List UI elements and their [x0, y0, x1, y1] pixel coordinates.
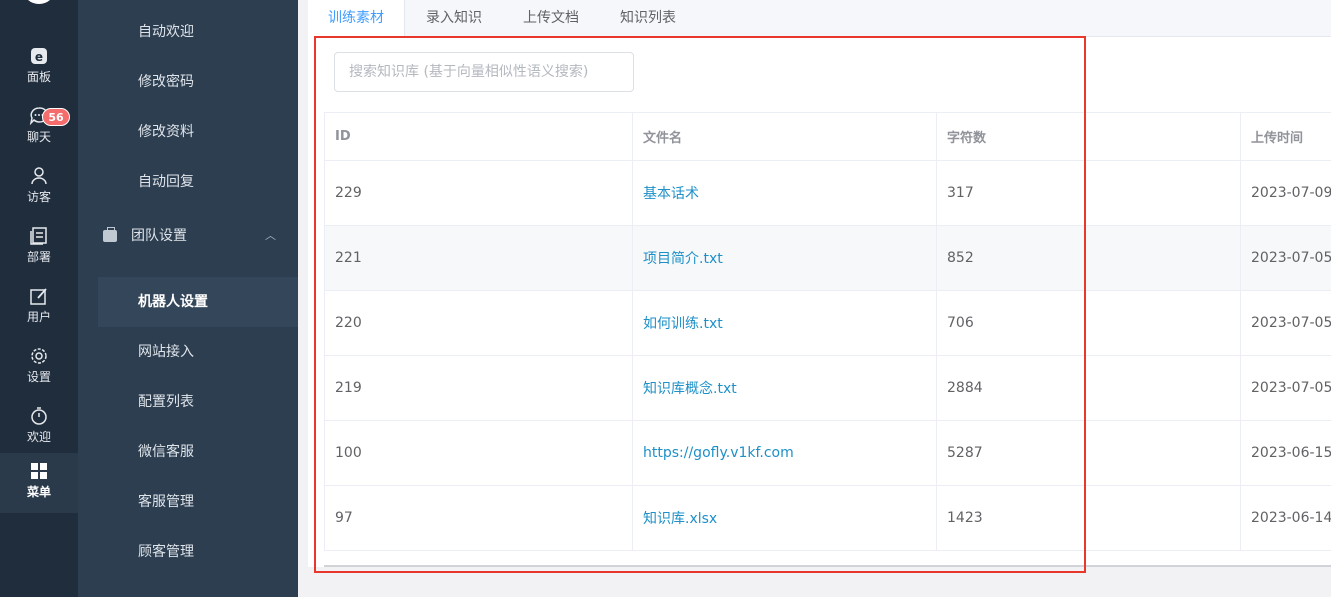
cell-char-count: 706 — [937, 291, 1241, 355]
cell-char-count: 1423 — [937, 486, 1241, 550]
file-link[interactable]: 如何训练.txt — [643, 313, 723, 333]
table-header-row: ID 文件名 字符数 上传时间 — [325, 113, 1331, 161]
rail-item-settings[interactable]: 设置 — [0, 338, 78, 398]
cell-id: 220 — [325, 291, 633, 355]
tab-training-material[interactable]: 训练素材 — [308, 0, 405, 38]
cell-upload-time: 2023-07-05 — [1251, 250, 1331, 266]
rail-label: 部署 — [26, 250, 51, 264]
table-row: 229 基本话术 317 2023-07-09 — [325, 161, 1331, 226]
cell-filename: 项目简介.txt — [633, 226, 937, 290]
cell-upload-time: 2023-07-05 — [1251, 315, 1331, 331]
icon-rail: e 面板 聊天 56 访客 部署 用户 设置 欢迎 菜单 — [0, 0, 78, 597]
submenu-item-site-integration[interactable]: 网站接入 — [98, 327, 298, 377]
cell-id: 221 — [325, 226, 633, 290]
cell-filename: https://gofly.v1kf.com — [633, 421, 937, 485]
submenu-group-team-settings[interactable]: 团队设置 ︿ — [78, 209, 298, 263]
rail-item-users[interactable]: 用户 — [0, 278, 78, 338]
submenu-item-agent-management[interactable]: 客服管理 — [98, 477, 298, 527]
rail-item-visitor[interactable]: 访客 — [0, 158, 78, 218]
visitor-icon — [29, 166, 49, 186]
cell-id: 229 — [325, 161, 633, 225]
submenu-item-auto-welcome[interactable]: 自动欢迎 — [98, 7, 298, 57]
header-upload-time[interactable]: 上传时间 — [1241, 113, 1331, 160]
submenu-item-change-password[interactable]: 修改密码 — [98, 57, 298, 107]
main-panel: 训练素材 录入知识 上传文档 知识列表 ID 文件名 字符数 上传时间 229 … — [308, 0, 1331, 567]
cell-upload-time: 2023-07-09 — [1251, 185, 1331, 201]
table-row: 100 https://gofly.v1kf.com 5287 2023-06-… — [325, 421, 1331, 486]
tab-upload-document[interactable]: 上传文档 — [503, 0, 599, 37]
submenu-group-label: 团队设置 — [131, 228, 187, 244]
cell-filename: 如何训练.txt — [633, 291, 937, 355]
submenu-item-customer-management[interactable]: 顾客管理 — [98, 527, 298, 577]
submenu-item-robot-settings[interactable]: 机器人设置 — [98, 277, 298, 327]
cell-id: 97 — [325, 486, 633, 550]
cell-char-count: 2884 — [937, 356, 1241, 420]
header-char-count[interactable]: 字符数 — [937, 113, 1241, 160]
timer-icon — [29, 406, 49, 426]
cell-char-count: 317 — [937, 161, 1241, 225]
submenu-item-wechat-service[interactable]: 微信客服 — [98, 427, 298, 477]
cell-filename: 基本话术 — [633, 161, 937, 225]
chevron-up-icon: ︿ — [265, 229, 276, 242]
rail-label: 面板 — [26, 70, 51, 84]
file-link[interactable]: 知识库.xlsx — [643, 508, 717, 528]
submenu-item-auto-reply[interactable]: 自动回复 — [98, 157, 298, 207]
file-link[interactable]: 项目简介.txt — [643, 248, 723, 268]
unread-badge: 56 — [42, 108, 70, 126]
rail-item-menu[interactable]: 菜单 — [0, 453, 78, 513]
cell-char-count: 5287 — [937, 421, 1241, 485]
submenu-item-edit-profile[interactable]: 修改资料 — [98, 107, 298, 157]
rail-label: 访客 — [26, 190, 51, 204]
horizontal-scrollbar[interactable] — [324, 565, 1331, 567]
cell-filename: 知识库概念.txt — [633, 356, 937, 420]
svg-text:e: e — [35, 50, 43, 64]
table-row: 219 知识库概念.txt 2884 2023-07-05 — [325, 356, 1331, 421]
cell-id: 100 — [325, 421, 633, 485]
rail-label: 聊天 — [26, 130, 51, 144]
cell-char-count: 852 — [937, 226, 1241, 290]
rail-label: 欢迎 — [26, 430, 51, 444]
knowledge-table: ID 文件名 字符数 上传时间 229 基本话术 317 2023-07-09 … — [324, 112, 1331, 551]
grid-icon — [29, 461, 49, 481]
tab-knowledge-list[interactable]: 知识列表 — [600, 0, 696, 37]
file-link[interactable]: 基本话术 — [643, 183, 699, 203]
logo — [24, 0, 54, 4]
rail-label: 设置 — [26, 370, 51, 384]
rail-item-dashboard[interactable]: e 面板 — [0, 38, 78, 98]
user-edit-icon — [29, 286, 49, 306]
dashboard-icon: e — [29, 46, 49, 66]
header-id[interactable]: ID — [325, 113, 633, 160]
file-link[interactable]: 知识库概念.txt — [643, 378, 737, 398]
tab-enter-knowledge[interactable]: 录入知识 — [406, 0, 502, 37]
rail-label: 用户 — [26, 310, 51, 324]
rail-item-welcome[interactable]: 欢迎 — [0, 398, 78, 458]
file-link[interactable]: https://gofly.v1kf.com — [643, 445, 794, 461]
briefcase-icon — [103, 227, 117, 242]
sub-menu: 自动欢迎 修改密码 修改资料 自动回复 团队设置 ︿ 机器人设置 网站接入 配置… — [78, 0, 298, 597]
cell-upload-time: 2023-06-14 — [1251, 510, 1331, 526]
cell-id: 219 — [325, 356, 633, 420]
rail-item-chat[interactable]: 聊天 56 — [0, 98, 78, 158]
cell-upload-time: 2023-07-05 — [1251, 380, 1331, 396]
table-row: 97 知识库.xlsx 1423 2023-06-14 — [325, 486, 1331, 551]
gear-icon — [29, 346, 49, 366]
table-row: 221 项目简介.txt 852 2023-07-05 — [325, 226, 1331, 291]
rail-item-deploy[interactable]: 部署 — [0, 218, 78, 278]
cell-filename: 知识库.xlsx — [633, 486, 937, 550]
table-row: 220 如何训练.txt 706 2023-07-05 — [325, 291, 1331, 356]
search-input[interactable] — [334, 52, 634, 92]
submenu-item-config-list[interactable]: 配置列表 — [98, 377, 298, 427]
deploy-icon — [29, 226, 49, 246]
header-filename[interactable]: 文件名 — [633, 113, 937, 160]
tab-bar: 训练素材 录入知识 上传文档 知识列表 — [308, 0, 1331, 38]
rail-label: 菜单 — [26, 485, 51, 499]
cell-upload-time: 2023-06-15 — [1251, 445, 1331, 461]
